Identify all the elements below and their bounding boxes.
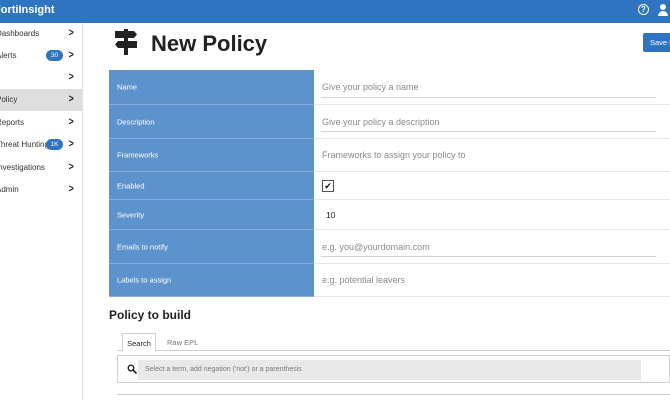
description-placeholder: Give your policy a description	[322, 116, 440, 127]
sidebar-item-investigations[interactable]: Investigations >	[0, 157, 82, 179]
sidebar-item-admin[interactable]: Admin >	[0, 179, 82, 201]
chevron-right-icon: >	[68, 49, 74, 61]
sidebar-item-dashboards[interactable]: Dashboards >	[0, 23, 82, 45]
sidebar-item-label: Dashboards	[0, 29, 40, 38]
user-icon[interactable]	[658, 4, 668, 16]
query-builder: Select a term, add negation ('not') or a…	[117, 355, 670, 383]
tab-search[interactable]: Search	[122, 333, 156, 352]
sidebar-item-reports[interactable]: Reports >	[0, 112, 82, 134]
chevron-right-icon: >	[68, 183, 74, 195]
policy-builder-title: Policy to build	[109, 308, 192, 322]
form-row-severity: Severity 10	[109, 200, 670, 230]
field-label: Description	[109, 105, 314, 139]
sidebar-item-threat-hunting[interactable]: Threat Hunting 1K >	[0, 134, 82, 156]
sidebar-item-label: Reports	[0, 118, 25, 127]
labels-placeholder: e.g. potential leavers	[322, 275, 406, 285]
chevron-right-icon: >	[68, 161, 74, 173]
help-circle-icon[interactable]: ?	[638, 4, 649, 15]
count-badge: 1K	[46, 139, 63, 150]
sidebar-item-label: Threat Hunting	[0, 140, 49, 149]
form-row-frameworks: Frameworks Frameworks to assign your pol…	[109, 139, 670, 172]
chevron-right-icon: >	[68, 27, 74, 39]
sidebar-item-policy[interactable]: Policy >	[0, 89, 82, 111]
chevron-right-icon: >	[68, 71, 74, 83]
field-label: Labels to assign	[109, 264, 314, 297]
enabled-checkbox[interactable]: ✔	[322, 179, 334, 192]
emails-input[interactable]: e.g. you@yourdomain.com	[314, 230, 670, 264]
emails-placeholder: e.g. you@yourdomain.com	[322, 241, 430, 252]
search-icon	[127, 364, 137, 374]
sidebar-item-unlabeled[interactable]: >	[0, 67, 82, 89]
signpost-icon	[115, 29, 137, 55]
chevron-right-icon: >	[68, 138, 74, 150]
description-input[interactable]: Give your policy a description	[314, 105, 670, 139]
sidebar-item-alerts[interactable]: Alerts 30 >	[0, 45, 82, 67]
save-policy-button[interactable]: Save Policy	[643, 33, 670, 52]
chevron-right-icon: >	[68, 93, 74, 105]
frameworks-input[interactable]: Frameworks to assign your policy to	[314, 139, 670, 172]
field-label: Severity	[109, 200, 314, 230]
divider	[117, 394, 670, 395]
form-row-emails: Emails to notify e.g. you@yourdomain.com	[109, 230, 670, 264]
field-label: Name	[109, 70, 314, 105]
app-brand[interactable]: FortiInsight	[0, 4, 55, 16]
builder-tabs: Search Raw EPL	[117, 333, 670, 352]
field-label: Enabled	[109, 172, 314, 200]
sidebar-item-label: Policy	[0, 95, 18, 104]
form-row-name: Name Give your policy a name	[109, 70, 670, 105]
term-search-placeholder: Select a term, add negation ('not') or a…	[145, 366, 302, 373]
field-label: Emails to notify	[109, 230, 314, 264]
form-row-description: Description Give your policy a descripti…	[109, 105, 670, 139]
chevron-right-icon: >	[68, 116, 74, 128]
labels-input[interactable]: e.g. potential leavers	[314, 264, 670, 297]
severity-input[interactable]: 10	[314, 200, 670, 230]
count-badge: 30	[46, 50, 63, 61]
name-input[interactable]: Give your policy a name	[314, 70, 670, 105]
top-bar: FortiInsight ?	[0, 0, 670, 23]
severity-value: 10	[326, 209, 336, 220]
frameworks-placeholder: Frameworks to assign your policy to	[322, 150, 466, 160]
field-label: Frameworks	[109, 139, 314, 172]
tab-raw-epl[interactable]: Raw EPL	[167, 333, 198, 351]
sidebar-item-label: Investigations	[0, 163, 45, 172]
sidebar-item-label: Admin	[0, 185, 19, 194]
sidebar: Dashboards > Alerts 30 > > Policy > Repo…	[0, 23, 83, 400]
name-placeholder: Give your policy a name	[322, 82, 419, 92]
form-row-labels: Labels to assign e.g. potential leavers	[109, 264, 670, 297]
sidebar-item-label: Alerts	[0, 51, 17, 60]
enabled-field: ✔	[314, 172, 670, 200]
page-title: New Policy	[151, 31, 268, 56]
term-search-input[interactable]: Select a term, add negation ('not') or a…	[138, 360, 641, 380]
form-row-enabled: Enabled ✔	[109, 172, 670, 200]
